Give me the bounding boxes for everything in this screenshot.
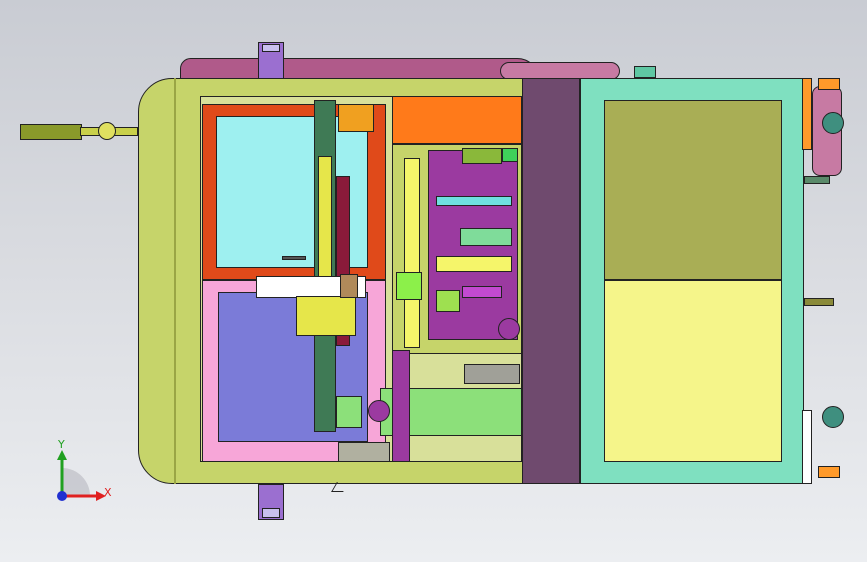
right-bottom-valve[interactable] (822, 406, 844, 428)
axis-triad: Y X (40, 438, 120, 510)
mechanism-cyan-slide[interactable] (436, 196, 512, 206)
mechanism-purple-ramp[interactable] (462, 286, 502, 298)
lower-clamp-green[interactable] (336, 396, 362, 428)
right-upper-pin[interactable] (804, 176, 830, 184)
mechanism-right-motor[interactable] (498, 318, 520, 340)
cabinet-lower-panel[interactable] (604, 280, 782, 462)
vertical-rail-yellow[interactable] (318, 156, 332, 284)
carriage-block[interactable] (296, 296, 356, 336)
mechanism-green-plate[interactable] (460, 228, 512, 246)
axis-triad-graphic (57, 450, 106, 501)
yellow-slide-rail[interactable] (404, 158, 420, 348)
orange-housing-cap[interactable] (338, 104, 374, 132)
axis-y-label: Y (58, 438, 65, 451)
mechanism-yellow-plate[interactable] (436, 256, 512, 272)
left-handle-knob[interactable] (98, 122, 116, 140)
right-top-foot[interactable] (818, 78, 840, 90)
top-sensor-nub[interactable] (634, 66, 656, 78)
machine-frame-inner-edge (174, 78, 176, 484)
orange-housing[interactable] (392, 96, 522, 144)
cad-viewport[interactable]: Y X (0, 0, 867, 562)
axis-x-label: X (104, 486, 112, 499)
mechanism-right-gear[interactable] (464, 364, 520, 384)
top-clamp-cap[interactable] (262, 44, 280, 52)
mechanism-top-wedge[interactable] (462, 148, 502, 164)
mechanism-green-tab[interactable] (436, 290, 460, 312)
lower-gear-rack[interactable] (338, 442, 390, 462)
cabinet-upper-panel[interactable] (604, 100, 782, 280)
carriage-motor[interactable] (340, 274, 358, 298)
center-divider-wall[interactable] (522, 78, 580, 484)
left-handle-grip[interactable] (20, 124, 82, 140)
bottom-clamp-cap[interactable] (262, 508, 280, 518)
right-bottom-orange-plate[interactable] (802, 410, 812, 484)
right-middle-pin[interactable] (804, 298, 834, 306)
lower-motor[interactable] (368, 400, 390, 422)
upper-window-label (282, 256, 306, 260)
mechanism-right-bar[interactable] (502, 148, 518, 162)
lower-magenta-rail[interactable] (392, 350, 410, 462)
right-bottom-foot[interactable] (818, 466, 840, 478)
green-slide-block[interactable] (396, 272, 422, 300)
right-top-valve[interactable] (822, 112, 844, 134)
right-top-orange-plate[interactable] (802, 78, 812, 150)
